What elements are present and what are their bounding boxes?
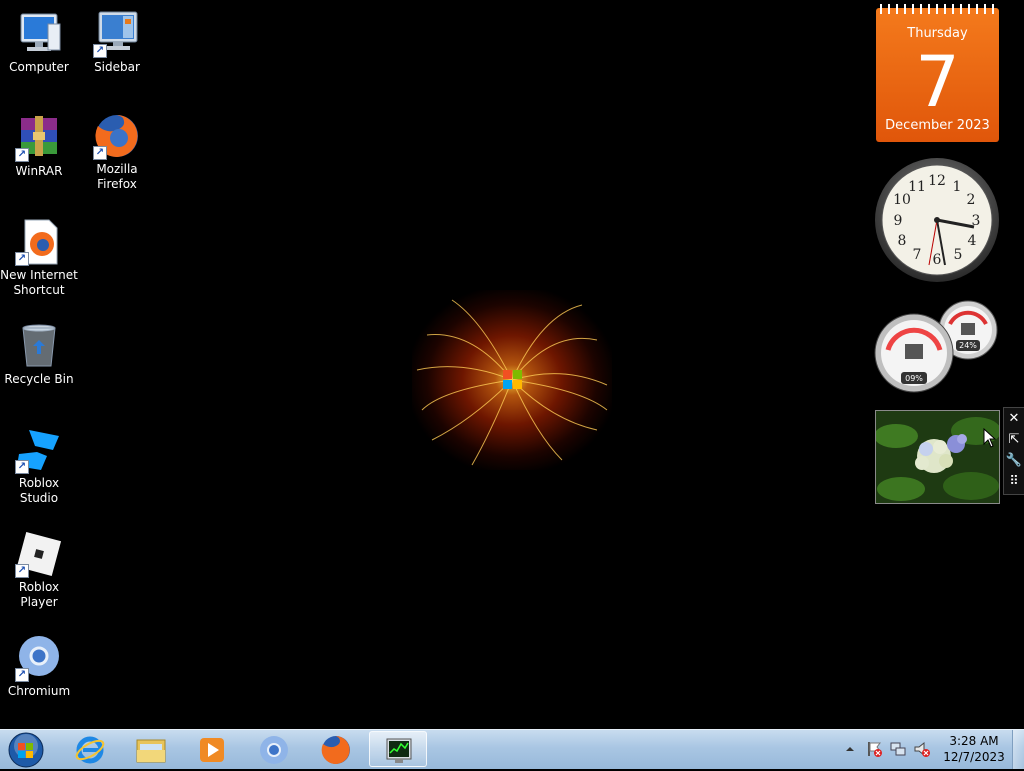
calendar-gadget[interactable]: Thursday 7 December 2023: [876, 4, 999, 142]
desktop-icon-recycle-bin[interactable]: Recycle Bin: [0, 322, 78, 387]
desktop-icon-label: New Internet Shortcut: [0, 268, 78, 297]
desktop-icon-roblox-studio[interactable]: ↗ Roblox Studio: [0, 426, 78, 506]
recycle-bin-icon: [15, 322, 63, 370]
memory-percent: 24%: [959, 341, 977, 350]
calendar-day-name: Thursday: [907, 26, 968, 41]
clock-gadget[interactable]: 12 1 2 3 4 5 6 7 8 9 10 11: [874, 157, 1000, 283]
volume-muted-icon[interactable]: [913, 740, 931, 758]
chromium-icon: ↗: [15, 634, 63, 682]
desktop[interactable]: Computer ↗ Sidebar ↗ WinRAR ↗ Mozilla Fi…: [0, 0, 1024, 729]
close-gadget-button[interactable]: ✕: [1004, 408, 1024, 429]
media-player-icon: [200, 738, 224, 762]
desktop-icon-sidebar[interactable]: ↗ Sidebar: [78, 10, 156, 75]
mouse-cursor-icon: [983, 428, 997, 448]
action-center-flag-icon[interactable]: [865, 740, 883, 758]
calendar-month-year: December 2023: [885, 118, 990, 133]
shortcut-arrow-icon: ↗: [15, 148, 29, 162]
firefox-icon: ↗: [93, 112, 141, 160]
larger-size-button[interactable]: ⇱: [1004, 429, 1024, 450]
cpu-meter-gadget[interactable]: 24% 09%: [874, 300, 1000, 395]
cpu-percent: 09%: [905, 374, 923, 383]
desktop-icon-label: Roblox Studio: [18, 476, 60, 505]
shortcut-arrow-icon: ↗: [15, 564, 29, 578]
slideshow-gadget[interactable]: [875, 410, 1000, 504]
taskbar-windows-explorer-button[interactable]: [122, 731, 180, 767]
shortcut-arrow-icon: ↗: [15, 668, 29, 682]
clock-numeral: 2: [967, 192, 976, 208]
desktop-icon-label: Sidebar: [94, 60, 140, 74]
shortcut-arrow-icon: ↗: [93, 146, 107, 160]
drag-gadget-handle[interactable]: ⠿: [1004, 471, 1024, 492]
clock-numeral: 5: [954, 247, 963, 263]
taskbar-task-manager-button[interactable]: [369, 731, 427, 767]
cpu-chip-icon: [905, 344, 923, 359]
task-manager-icon: [386, 738, 412, 763]
desktop-icon-winrar[interactable]: ↗ WinRAR: [0, 114, 78, 179]
clock-numeral: 11: [908, 179, 926, 195]
desktop-icon-label: Mozilla Firefox: [96, 162, 138, 191]
shortcut-arrow-icon: ↗: [93, 44, 107, 58]
chromium-icon: [260, 736, 288, 764]
internet-explorer-icon: [75, 736, 105, 764]
clock-numeral: 4: [968, 233, 977, 249]
calendar-day-number: 7: [915, 41, 960, 123]
roblox-studio-icon: ↗: [15, 426, 63, 474]
computer-icon: [15, 10, 63, 58]
winrar-icon: ↗: [15, 114, 63, 162]
taskbar-chromium-button[interactable]: [245, 731, 303, 767]
taskbar-date: 12/7/2023: [943, 750, 1005, 764]
hydrangea-photo: [876, 411, 999, 503]
memory-chip-icon: [961, 323, 975, 335]
taskbar-clock[interactable]: 3:28 AM 12/7/2023: [938, 733, 1010, 765]
clock-numeral: 8: [898, 233, 907, 249]
firefox-icon: [321, 736, 350, 764]
options-button[interactable]: 🔧: [1004, 450, 1024, 471]
start-button[interactable]: [4, 731, 48, 768]
shortcut-arrow-icon: ↗: [15, 460, 29, 474]
roblox-player-icon: ↗: [15, 530, 63, 578]
shortcut-arrow-icon: ↗: [15, 252, 29, 266]
clock-numeral: 12: [928, 173, 946, 189]
taskbar-media-player-button[interactable]: [183, 731, 241, 767]
folder-icon: [136, 739, 166, 763]
clock-numeral: 7: [913, 247, 922, 263]
desktop-icon-label: Recycle Bin: [4, 372, 74, 386]
desktop-icon-computer[interactable]: Computer: [0, 10, 78, 75]
sidebar-icon: ↗: [93, 10, 141, 58]
desktop-icon-label: Computer: [9, 60, 69, 74]
clock-numeral: 1: [953, 179, 962, 195]
show-desktop-button[interactable]: [1012, 730, 1024, 769]
desktop-icon-chromium[interactable]: ↗ Chromium: [0, 634, 78, 699]
clock-numeral: 9: [894, 213, 903, 229]
taskbar: 3:28 AM 12/7/2023: [0, 729, 1024, 769]
desktop-icon-label: Roblox Player: [18, 580, 60, 609]
taskbar-firefox-button[interactable]: [307, 731, 365, 767]
clock-numeral: 6: [933, 252, 942, 268]
desktop-icon-label: Chromium: [7, 684, 71, 698]
taskbar-time: 3:28 AM: [949, 734, 999, 748]
network-icon[interactable]: [889, 740, 907, 758]
show-hidden-icons-chevron-icon[interactable]: [845, 744, 855, 754]
gadget-controls: ✕ ⇱ 🔧 ⠿: [1003, 407, 1024, 495]
desktop-icon-label: WinRAR: [15, 164, 63, 178]
desktop-icon-new-internet-shortcut[interactable]: ↗ New Internet Shortcut: [0, 218, 78, 298]
desktop-icon-roblox-player[interactable]: ↗ Roblox Player: [0, 530, 78, 610]
desktop-icon-mozilla-firefox[interactable]: ↗ Mozilla Firefox: [78, 112, 156, 192]
calendar-rings-icon: [880, 4, 994, 14]
internet-shortcut-icon: ↗: [15, 218, 63, 266]
taskbar-internet-explorer-button[interactable]: [61, 731, 119, 767]
windows-orb-icon: [8, 732, 44, 768]
wallpaper-windows-logo: [416, 299, 608, 466]
